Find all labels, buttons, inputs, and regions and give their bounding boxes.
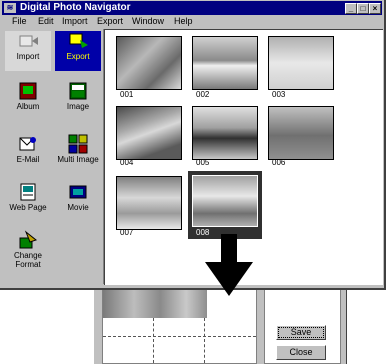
sidebar-album-label: Album xyxy=(16,102,40,111)
sidebar-email-label: E-Mail xyxy=(16,155,40,164)
thumbnail-003[interactable] xyxy=(268,36,334,90)
arrow-down-shaft xyxy=(221,234,237,264)
sidebar-export[interactable]: Export xyxy=(55,31,101,71)
change-format-icon xyxy=(18,230,38,250)
sidebar-movie[interactable]: Movie xyxy=(55,182,101,212)
sidebar-album[interactable]: Album xyxy=(5,81,51,111)
app-icon: ≋ xyxy=(4,3,16,13)
web-page-icon xyxy=(18,182,38,202)
thumbnail-002[interactable] xyxy=(192,36,258,90)
maximize-button[interactable]: □ xyxy=(357,3,369,14)
menu-bar: File Edit Import Export Window Help xyxy=(2,15,382,28)
sidebar-image[interactable]: Image xyxy=(55,81,101,111)
close-window-button[interactable]: × xyxy=(369,3,381,14)
sidebar-import-label: Import xyxy=(16,52,40,61)
sidebar-change-format-label: Change Format xyxy=(13,251,43,269)
menu-help[interactable]: Help xyxy=(174,15,193,28)
sidebar-import[interactable]: Import xyxy=(5,31,51,71)
window-title: Digital Photo Navigator xyxy=(20,2,131,13)
menu-export[interactable]: Export xyxy=(97,15,123,28)
export-icon xyxy=(68,31,88,51)
thumbnail-001[interactable] xyxy=(116,36,182,90)
thumbnail-label: 008 xyxy=(196,228,210,237)
layout-grid xyxy=(103,318,256,363)
menu-file[interactable]: File xyxy=(12,15,27,28)
image-icon xyxy=(68,81,88,101)
title-bar: ≋ Digital Photo Navigator _ □ × xyxy=(2,1,382,15)
minimize-button[interactable]: _ xyxy=(345,3,357,14)
thumbnail-label: 006 xyxy=(272,158,286,167)
sidebar-export-label: Export xyxy=(66,52,90,61)
sidebar: Import Export Album Image E-Mail Multi I… xyxy=(3,29,104,284)
sidebar-multi-image-label: Multi Image xyxy=(57,155,99,164)
thumbnail-004[interactable] xyxy=(116,106,182,160)
arrow-down-icon xyxy=(205,262,253,296)
menu-edit[interactable]: Edit xyxy=(38,15,54,28)
sidebar-multi-image[interactable]: Multi Image xyxy=(55,134,101,164)
menu-import[interactable]: Import xyxy=(62,15,88,28)
thumbnail-006[interactable] xyxy=(268,106,334,160)
thumbnail-label: 002 xyxy=(196,90,210,99)
layout-canvas xyxy=(102,287,257,364)
image-strip xyxy=(103,290,207,318)
import-icon xyxy=(18,31,38,51)
sidebar-movie-label: Movie xyxy=(67,203,89,212)
album-icon xyxy=(18,81,38,101)
thumbnail-label: 004 xyxy=(120,158,134,167)
sidebar-email[interactable]: E-Mail xyxy=(5,134,51,164)
thumbnail-area: 001 002 003 004 005 006 007 008 xyxy=(104,29,383,285)
sidebar-web-page[interactable]: Web Page xyxy=(5,182,51,212)
thumbnail-label: 007 xyxy=(120,228,134,237)
main-window: ≋ Digital Photo Navigator _ □ × File Edi… xyxy=(0,0,386,290)
save-button[interactable]: Save xyxy=(276,325,326,340)
sidebar-image-label: Image xyxy=(66,102,90,111)
movie-icon xyxy=(68,182,88,202)
thumbnail-008[interactable] xyxy=(192,175,258,227)
sidebar-change-format[interactable]: Change Format xyxy=(5,230,51,269)
thumbnail-label: 001 xyxy=(120,90,134,99)
thumbnail-label: 005 xyxy=(196,158,210,167)
thumbnail-label: 003 xyxy=(272,90,286,99)
sidebar-web-page-label: Web Page xyxy=(9,203,47,212)
menu-window[interactable]: Window xyxy=(132,15,164,28)
multi-image-icon xyxy=(68,134,88,154)
thumbnail-007[interactable] xyxy=(116,176,182,230)
email-icon xyxy=(18,134,38,154)
thumbnail-005[interactable] xyxy=(192,106,258,160)
close-button[interactable]: Close xyxy=(276,345,326,360)
